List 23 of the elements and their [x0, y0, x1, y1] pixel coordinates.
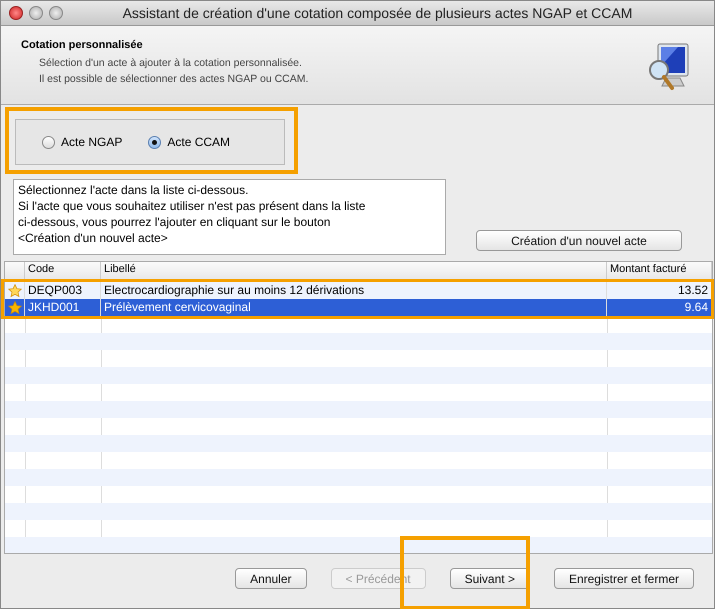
table-cell: 13.52 [607, 282, 712, 299]
table-cell: DEQP003 [25, 282, 101, 299]
table-cell: Prélèvement cervicovaginal [101, 299, 607, 316]
table-cell: JKHD001 [25, 299, 101, 316]
radio-option[interactable]: Acte NGAP [42, 135, 122, 149]
window-title: Assistant de création d'une cotation composée de plusieurs actes NGAP et CCAM [122, 5, 634, 21]
radio-icon[interactable] [42, 136, 55, 148]
radio-option[interactable]: Acte CCAM [148, 135, 230, 149]
star-icon [8, 284, 22, 298]
table-cell: Electrocardiographie sur au moins 12 dérivations [101, 282, 607, 299]
minimize-button[interactable] [29, 6, 43, 20]
wizard-button[interactable]: Enregistrer et fermer [554, 568, 694, 589]
section-description: Sélection d'un acte à ajouter à la cotation personnalisée. [38, 57, 303, 69]
new-act-button[interactable]: Création d'un nouvel acte [476, 230, 682, 251]
section-title: Cotation personnalisée [21, 39, 144, 51]
instructions-text: Sélectionnez l'acte dans la liste ci-dessous. Si l'acte que vous souhaitez utiliser n'est pas présent dans la liste ci-dessous, vous pourrez l'ajouter en cliquant sur le bouton <Création d'un nouvel acte> [13, 179, 446, 255]
wizard-button[interactable]: Annuler [235, 568, 307, 589]
close-button[interactable] [9, 6, 23, 20]
table-cell: 9.64 [607, 299, 712, 316]
section-description: Il est possible de sélectionner des actes NGAP ou CCAM. [38, 73, 308, 85]
star-icon [8, 300, 22, 314]
radio-icon[interactable] [148, 136, 162, 148]
zoom-button[interactable] [49, 6, 63, 20]
